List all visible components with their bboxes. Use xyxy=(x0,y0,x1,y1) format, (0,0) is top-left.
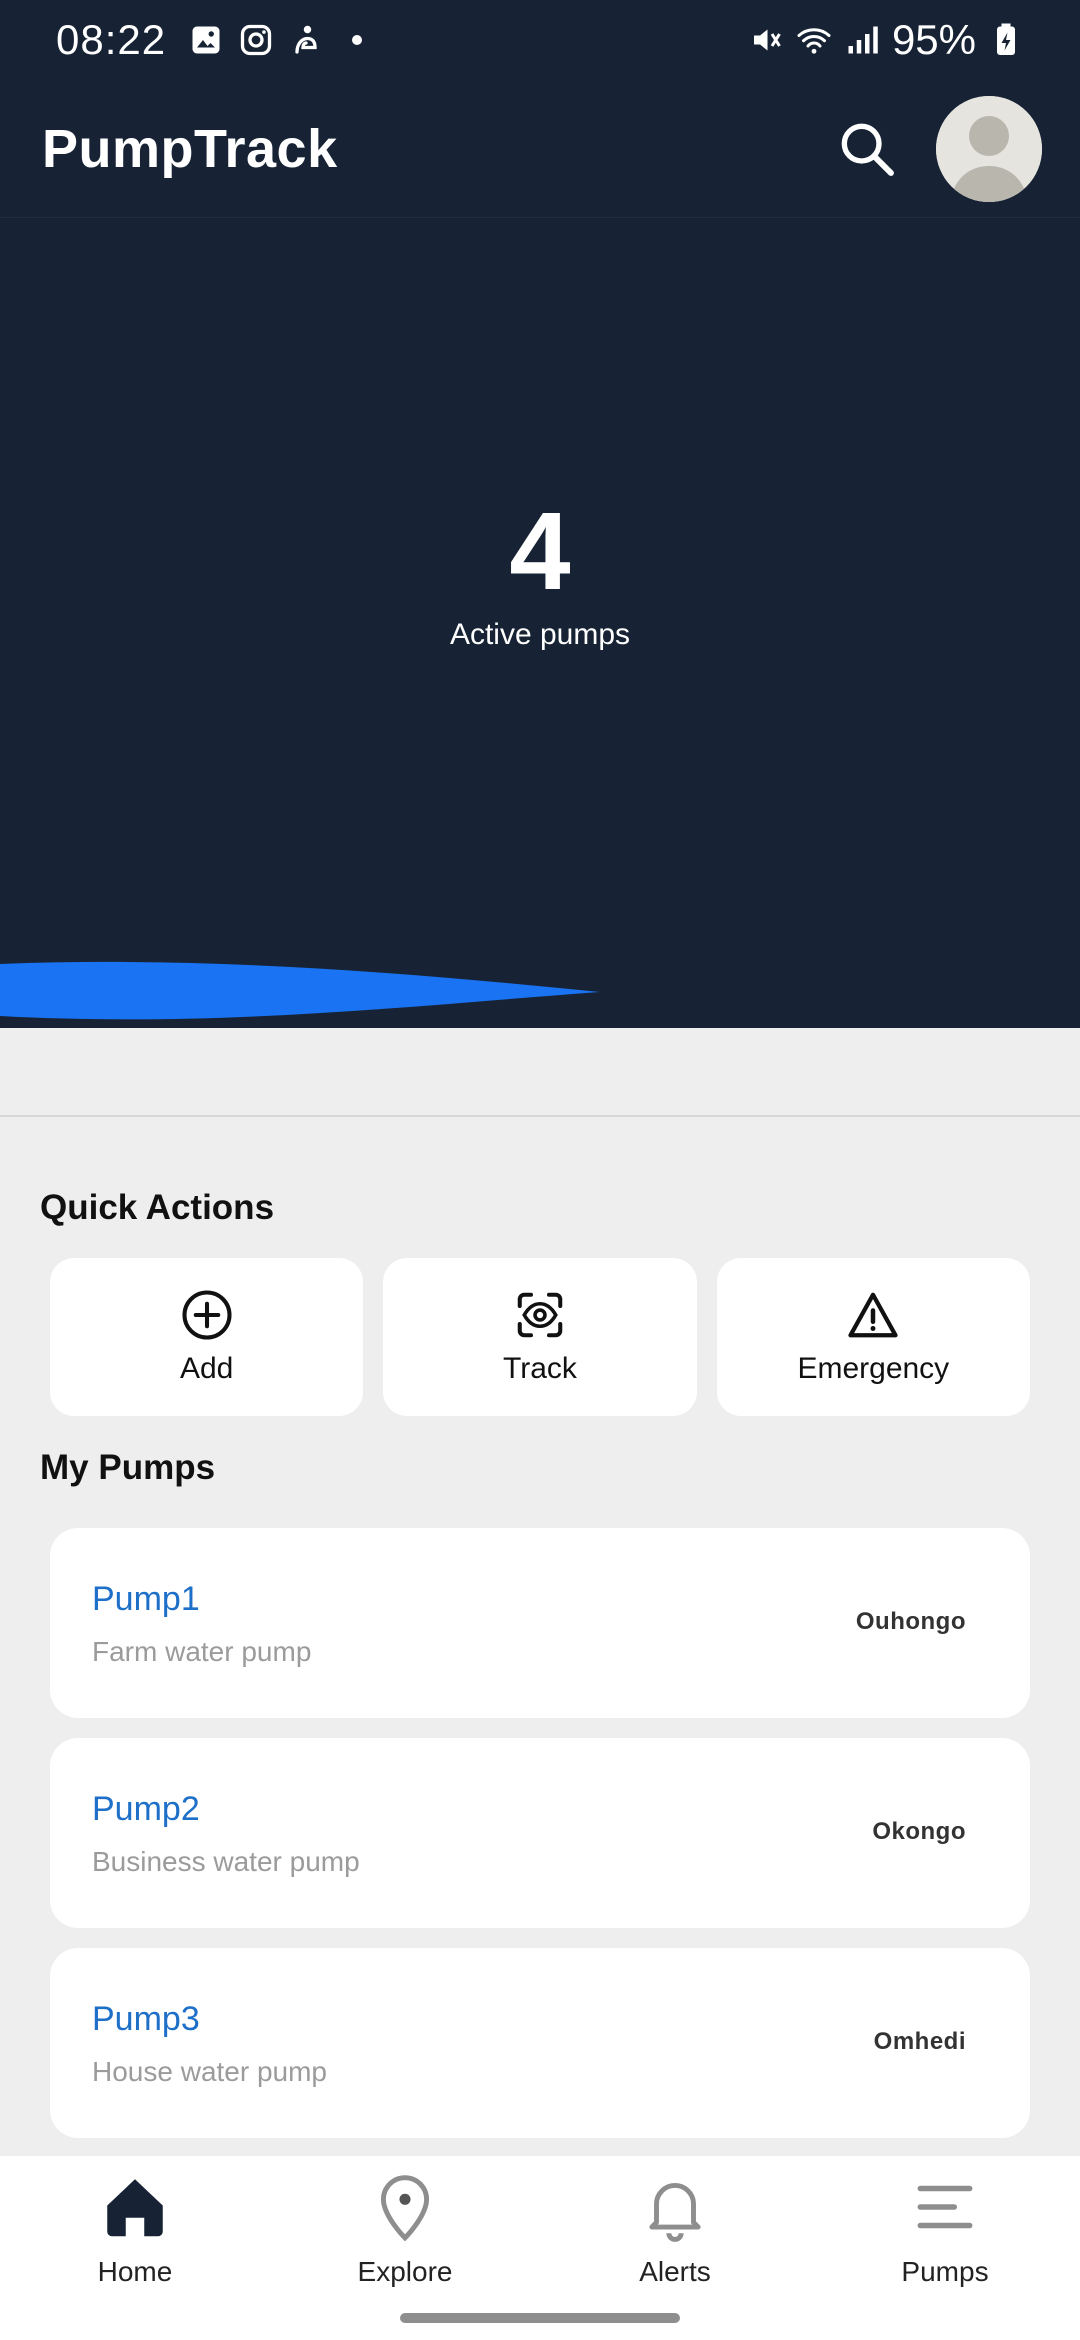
add-pump-button[interactable]: Add xyxy=(50,1258,364,1416)
my-pumps-title: My Pumps xyxy=(40,1448,216,1487)
app-title: PumpTrack xyxy=(42,118,338,179)
search-button[interactable] xyxy=(832,114,902,184)
quick-actions-row: Add Track Emergency xyxy=(50,1258,1030,1416)
wifi-icon xyxy=(797,28,831,54)
section-divider xyxy=(0,1115,1080,1117)
pump-description: Farm water pump xyxy=(92,1636,312,1667)
nav-explore-label: Explore xyxy=(357,2256,453,2287)
user-silhouette-icon xyxy=(936,95,1042,202)
avatar[interactable] xyxy=(936,95,1042,202)
track-label: Track xyxy=(503,1352,577,1385)
home-indicator[interactable] xyxy=(400,2313,680,2323)
hero-wave xyxy=(0,930,1080,1020)
gallery-icon xyxy=(192,26,220,54)
battery-percentage: 95% xyxy=(891,16,976,63)
pump-location: Ouhongo xyxy=(855,1608,966,1635)
pump-location: Omhedi xyxy=(873,2028,966,2055)
home-icon xyxy=(107,2179,163,2237)
bell-icon xyxy=(649,2183,701,2242)
track-button[interactable]: Track xyxy=(383,1258,697,1416)
pump-description: Business water pump xyxy=(92,1846,360,1877)
instagram-icon xyxy=(240,24,272,56)
add-circle-icon xyxy=(182,1290,232,1340)
active-pumps-count: 4 xyxy=(509,490,571,613)
status-bar: 08:22 95% xyxy=(0,0,1080,80)
nav-pumps-label: Pumps xyxy=(901,2256,989,2287)
pump-card[interactable]: Pump1 Farm water pump Ouhongo xyxy=(50,1528,1030,1718)
more-notifications-dot xyxy=(352,35,363,45)
signal-icon xyxy=(848,26,878,54)
notification-icon xyxy=(295,25,317,54)
battery-charging-icon xyxy=(997,23,1015,55)
nav-home[interactable]: Home xyxy=(0,2156,270,2340)
pump-name: Pump1 xyxy=(92,1580,200,1618)
pump-name: Pump2 xyxy=(92,1790,200,1828)
pump-location: Okongo xyxy=(872,1818,966,1845)
mute-icon xyxy=(753,29,781,51)
app-bar: PumpTrack xyxy=(0,80,1080,218)
track-scan-icon xyxy=(517,1292,563,1338)
pump-name: Pump3 xyxy=(92,2000,200,2038)
nav-alerts-label: Alerts xyxy=(639,2256,711,2287)
pump-list: Pump1 Farm water pump Ouhongo Pump2 Busi… xyxy=(50,1528,1030,2158)
status-time: 08:22 xyxy=(56,16,167,63)
location-pin-icon xyxy=(380,2175,430,2242)
emergency-label: Emergency xyxy=(797,1352,950,1385)
nav-home-label: Home xyxy=(97,2256,173,2287)
add-label: Add xyxy=(179,1352,234,1385)
active-pumps-hero: 4 Active pumps xyxy=(0,218,1080,1028)
search-icon xyxy=(841,123,894,176)
warning-icon xyxy=(848,1292,898,1338)
nav-pumps[interactable]: Pumps xyxy=(810,2156,1080,2340)
menu-lines-icon xyxy=(917,2185,973,2229)
pump-card[interactable]: Pump3 House water pump Omhedi xyxy=(50,1948,1030,2138)
pump-card[interactable]: Pump2 Business water pump Okongo xyxy=(50,1738,1030,1928)
active-pumps-label: Active pumps xyxy=(449,618,631,651)
quick-actions-title: Quick Actions xyxy=(40,1188,275,1227)
emergency-button[interactable]: Emergency xyxy=(716,1258,1030,1416)
pump-description: House water pump xyxy=(92,2056,328,2087)
